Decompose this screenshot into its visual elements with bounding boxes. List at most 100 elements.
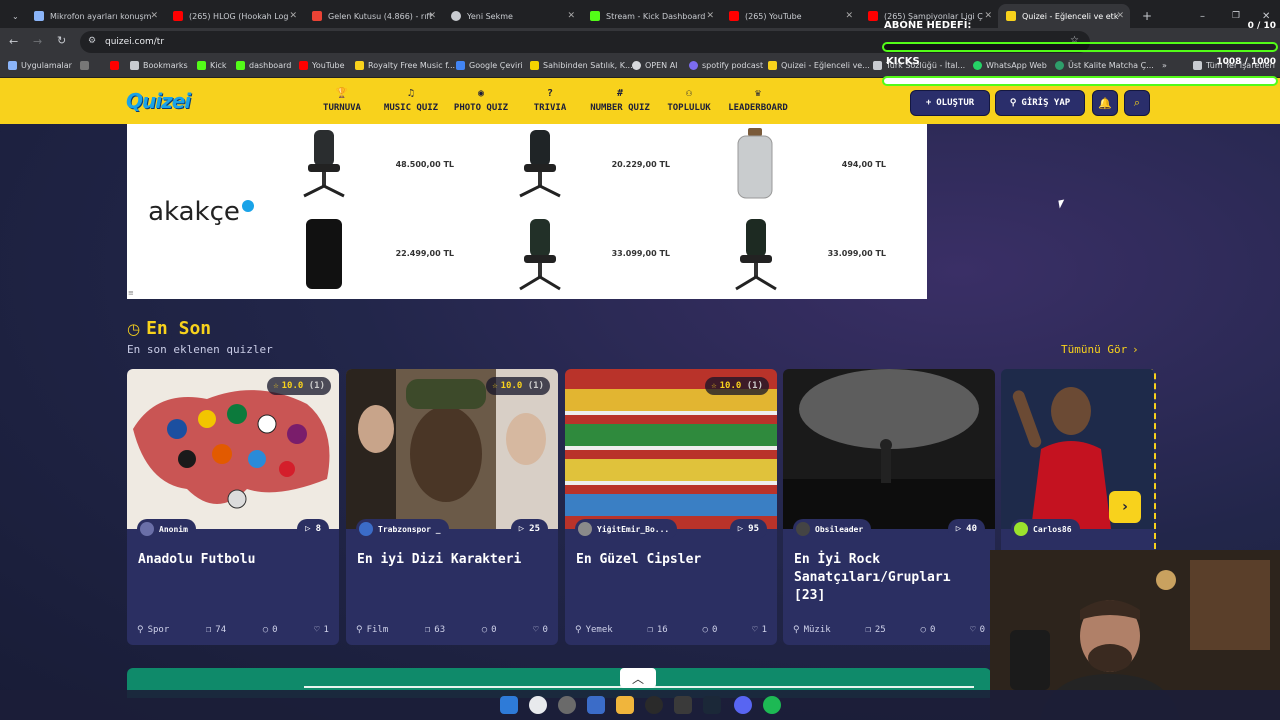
quiz-card[interactable]: ☆ 10.0 (1) Anonim ▷ 8 Anadolu Futbolu ⚲ Spo… bbox=[127, 369, 339, 645]
bookmark-item[interactable]: spotify podcast bbox=[689, 61, 763, 70]
comment-count[interactable]: ○ 0 bbox=[482, 625, 497, 635]
category[interactable]: ⚲ Müzik bbox=[793, 625, 831, 635]
bookmark-label: spotify podcast bbox=[702, 61, 764, 70]
ad-menu-icon[interactable]: ≡ bbox=[128, 289, 134, 297]
spotify-icon[interactable] bbox=[763, 696, 781, 714]
browser-icon[interactable] bbox=[558, 696, 576, 714]
quiz-card[interactable]: Obsileader ▷ 40 En İyi Rock Sanatçıları/G… bbox=[783, 369, 995, 645]
ad-product[interactable]: 494,00 TL bbox=[710, 124, 922, 210]
reload-icon[interactable]: ↻ bbox=[57, 34, 66, 47]
bookmark-item[interactable]: Kick bbox=[197, 61, 227, 70]
question-icon: ? bbox=[546, 88, 554, 99]
rating-value: 10.0 bbox=[719, 381, 742, 391]
category[interactable]: ⚲ Spor bbox=[137, 625, 169, 635]
author-chip[interactable]: Trabzonspor _ bbox=[356, 519, 449, 539]
author-chip[interactable]: Obsileader bbox=[793, 519, 872, 539]
like-count[interactable]: ♡ 0 bbox=[533, 625, 548, 635]
nav-leaderboard[interactable]: ♛ LEADERBOARD bbox=[726, 88, 790, 113]
like-count[interactable]: ♡ 1 bbox=[752, 625, 767, 635]
category[interactable]: ⚲ Yemek bbox=[575, 625, 613, 635]
bookmark-item[interactable]: Google Çeviri bbox=[456, 61, 523, 70]
browser-tab[interactable]: Gelen Kutusu (4.866) - rıft ✕ bbox=[304, 4, 442, 28]
browser-tab[interactable]: Stream - Kick Dashboard ✕ bbox=[582, 4, 720, 28]
bookmark-item[interactable]: OPEN AI bbox=[632, 61, 678, 70]
file-explorer-icon[interactable] bbox=[616, 696, 634, 714]
browser-tab[interactable]: Yeni Sekme ✕ bbox=[443, 4, 581, 28]
avatar bbox=[796, 522, 810, 536]
steam-icon[interactable] bbox=[703, 696, 721, 714]
author-chip[interactable]: YiğitEmir_Bo... bbox=[575, 519, 678, 539]
question-count: ❐ 25 bbox=[865, 625, 885, 635]
nav-photo-quiz[interactable]: ◉ PHOTO QUIZ bbox=[451, 88, 511, 113]
avatar bbox=[578, 522, 592, 536]
category[interactable]: ⚲ Film bbox=[356, 625, 388, 635]
stream-overlay: ABONE HEDEFİ: 0 / 10 KICKS 1008 / 1000 bbox=[880, 18, 1280, 94]
comment-count[interactable]: ○ 0 bbox=[921, 625, 936, 635]
apps-icon bbox=[8, 61, 17, 70]
ad-product[interactable]: 33.099,00 TL bbox=[710, 213, 922, 299]
browser-tab[interactable]: Mikrofon ayarları konuşm ✕ bbox=[26, 4, 164, 28]
carousel-next-button[interactable]: › bbox=[1109, 491, 1141, 523]
ad-product[interactable]: 33.099,00 TL bbox=[494, 213, 706, 299]
browser-tab[interactable]: (265) HLOG (Hookah Log ✕ bbox=[165, 4, 303, 28]
category-label: Müzik bbox=[803, 625, 831, 635]
quiz-card[interactable]: ☆ 10.0 (1) YiğitEmir_Bo... ▷ 95 En Güzel C… bbox=[565, 369, 777, 645]
like-count-value: 1 bbox=[761, 625, 767, 635]
kicks-goal-label: KICKS bbox=[886, 56, 920, 67]
music-note-icon: ♫ bbox=[407, 88, 415, 99]
back-icon[interactable]: ← bbox=[9, 35, 18, 48]
ad-product[interactable]: 48.500,00 TL bbox=[278, 124, 490, 210]
ad-product[interactable]: 20.229,00 TL bbox=[494, 124, 706, 210]
chrome-icon[interactable] bbox=[529, 696, 547, 714]
bookmark-item[interactable]: dashboard bbox=[236, 61, 291, 70]
obs-icon[interactable] bbox=[645, 696, 663, 714]
nav-label: NUMBER QUIZ bbox=[590, 103, 650, 113]
close-icon[interactable]: ✕ bbox=[428, 11, 436, 21]
site-info-icon[interactable]: ⚙ bbox=[88, 36, 96, 46]
kick-icon bbox=[197, 61, 206, 70]
close-icon[interactable]: ✕ bbox=[845, 11, 853, 21]
forward-icon[interactable]: → bbox=[33, 35, 42, 48]
nav-topluluk[interactable]: ⚇ TOPLULUK bbox=[665, 88, 713, 113]
bookmark-item[interactable]: Royalty Free Music f... bbox=[355, 61, 455, 70]
browser-tab[interactable]: (265) YouTube ✕ bbox=[721, 4, 859, 28]
bookmark-item[interactable]: Quizei - Eğlenceli ve... bbox=[768, 61, 870, 70]
play-count-value: 40 bbox=[966, 524, 977, 534]
nav-turnuva[interactable]: 🏆 TURNUVA bbox=[322, 88, 362, 113]
bookmark-item[interactable]: Sahibinden Satılık, K... bbox=[530, 61, 633, 70]
like-count[interactable]: ♡ 1 bbox=[314, 625, 329, 635]
author-chip[interactable]: Carlos86 bbox=[1011, 519, 1080, 539]
author-name: Anonim bbox=[159, 524, 188, 534]
bookmark-item[interactable] bbox=[110, 61, 123, 70]
nav-music-quiz[interactable]: ♫ MUSIC QUIZ bbox=[382, 88, 440, 113]
close-icon[interactable]: ✕ bbox=[706, 11, 714, 21]
like-count[interactable]: ♡ 0 bbox=[970, 625, 985, 635]
rating-value: 10.0 bbox=[500, 381, 523, 391]
app-icon[interactable] bbox=[587, 696, 605, 714]
quiz-card[interactable]: ☆ 10.0 (1) Trabzonspor _ ▷ 25 En iyi Dizi … bbox=[346, 369, 558, 645]
scroll-to-top-button[interactable]: ︿ bbox=[620, 668, 656, 688]
bookmark-item[interactable]: Uygulamalar bbox=[8, 61, 72, 70]
ad-banner[interactable]: akakçe ≡ 48.500,00 TL 20.229,00 TL 494,0… bbox=[127, 124, 927, 299]
windows-start-icon[interactable] bbox=[500, 696, 518, 714]
tab-search-button[interactable]: ⌄ bbox=[4, 4, 26, 28]
comment-count[interactable]: ○ 0 bbox=[703, 625, 718, 635]
bookmark-item[interactable]: Bookmarks bbox=[130, 61, 188, 70]
close-icon[interactable]: ✕ bbox=[289, 11, 297, 21]
discord-icon[interactable] bbox=[734, 696, 752, 714]
close-icon[interactable]: ✕ bbox=[150, 11, 158, 21]
close-icon[interactable]: ✕ bbox=[567, 11, 575, 21]
bookmark-item[interactable] bbox=[80, 61, 93, 70]
kicks-goal-bar bbox=[882, 76, 1278, 86]
comment-count[interactable]: ○ 0 bbox=[263, 625, 278, 635]
nav-number-quiz[interactable]: # NUMBER QUIZ bbox=[587, 88, 653, 113]
author-chip[interactable]: Anonim bbox=[137, 519, 196, 539]
site-logo[interactable]: Quizei bbox=[126, 89, 191, 113]
ad-product[interactable]: 22.499,00 TL bbox=[278, 213, 490, 299]
bookmark-item[interactable]: YouTube bbox=[299, 61, 345, 70]
nav-trivia[interactable]: ? TRIVIA bbox=[530, 88, 570, 113]
star-icon: ☆ bbox=[273, 381, 279, 391]
heart-icon: ♡ bbox=[970, 625, 976, 635]
see-all-link[interactable]: Tümünü Gör › bbox=[1061, 343, 1138, 356]
terminal-icon[interactable] bbox=[674, 696, 692, 714]
